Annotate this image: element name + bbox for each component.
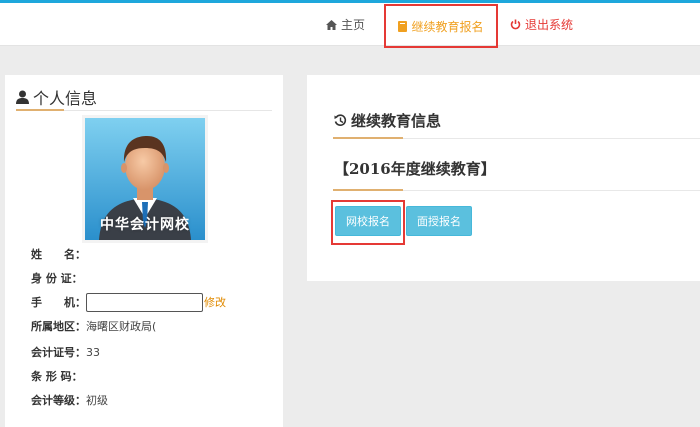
avatar-caption: 中华会计网校 [100,217,190,233]
name-row: 姓 名： [31,245,86,263]
level-row: 会计等级： 初级 [31,391,108,409]
cert-label: 会计证号： [31,346,86,359]
nav-home-label: 主页 [341,18,366,32]
region-row: 所属地区： 海曙区财政局( [31,317,156,335]
region-label: 所属地区： [31,320,86,333]
face-register-button[interactable]: 面授报名 [406,206,472,236]
cert-row: 会计证号： 33 [31,343,100,361]
course-title: 【2016年度继续教育】 [334,160,496,178]
education-info-panel: 继续教育信息 【2016年度继续教育】 网校报名 面授报名 [307,75,700,281]
phone-row: 手 机： 修改 [31,292,226,312]
nav-logout-label: 退出系统 [525,18,574,32]
phone-input[interactable] [86,292,203,312]
history-icon [334,114,347,126]
phone-edit-link[interactable]: 修改 [204,294,226,310]
user-icon [16,90,29,104]
avatar-image: 中华会计网校 [85,118,205,240]
name-label: 姓 名： [31,248,86,261]
top-navbar: 主页 继续教育报名 退出系统 [0,3,700,48]
barcode-label: 条 形 码： [31,370,83,383]
avatar: 中华会计网校 [82,115,208,243]
nav-continuing-edu-label: 继续教育报名 [411,19,484,34]
course-accent [333,189,403,191]
online-register-button[interactable]: 网校报名 [335,206,401,236]
title-accent [333,137,403,139]
personal-info-title: 个人信息 [16,85,97,109]
level-value: 初级 [86,394,108,407]
home-icon [326,19,337,30]
level-label: 会计等级： [31,394,86,407]
cert-value: 33 [86,345,100,359]
nav-logout-link[interactable]: 退出系统 [510,3,573,46]
education-info-title: 继续教育信息 [334,110,441,131]
book-icon [398,20,408,32]
phone-label: 手 机： [31,296,86,309]
nav-home-link[interactable]: 主页 [326,3,365,46]
title-accent [16,109,64,111]
id-label: 身 份 证： [31,272,83,285]
personal-info-panel: 个人信息 中华会计网校 姓 名： 身 份 证： 手 机： 修改 所属地区： 海曙… [5,75,283,427]
education-info-title-text: 继续教育信息 [351,112,442,130]
barcode-row: 条 形 码： [31,367,83,385]
power-icon [510,19,521,30]
nav-continuing-edu-link[interactable]: 继续教育报名 [384,4,498,48]
id-row: 身 份 证： [31,269,83,287]
personal-info-title-text: 个人信息 [33,89,98,108]
region-value: 海曙区财政局( [86,320,157,333]
